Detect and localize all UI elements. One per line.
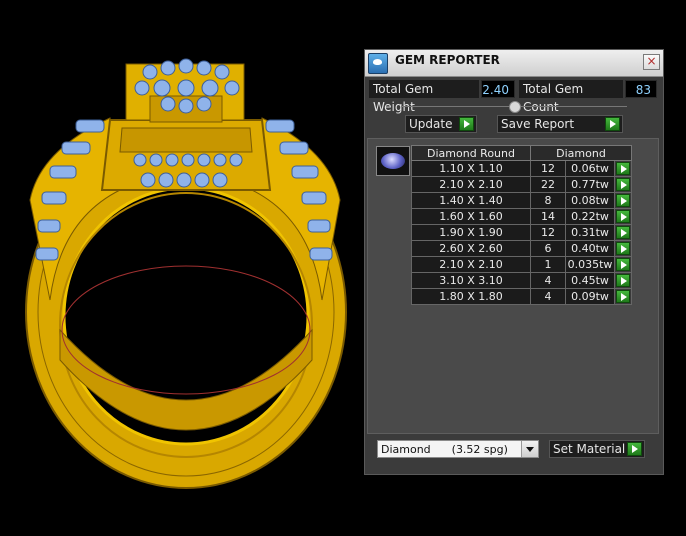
- green-play-arrow-icon: [616, 274, 630, 287]
- green-play-arrow-icon: [616, 242, 630, 255]
- ring-3d-render: [25, 58, 347, 489]
- green-play-arrow-icon: [605, 117, 620, 131]
- green-play-arrow-icon: [627, 442, 642, 456]
- update-button-label: Update: [409, 117, 453, 131]
- row-go-button[interactable]: [614, 160, 632, 177]
- row-go-button[interactable]: [614, 240, 632, 257]
- gem-weight: 0.08tw: [565, 192, 615, 209]
- row-go-button[interactable]: [614, 192, 632, 209]
- set-material-button[interactable]: Set Material: [549, 440, 645, 458]
- gem-table: Diamond Round Diamond 1.10 X 1.10 12 0.0…: [411, 145, 632, 305]
- total-gem-count-value: 83: [625, 80, 657, 98]
- row-go-button[interactable]: [614, 272, 632, 289]
- gem-size: 1.10 X 1.10: [411, 160, 531, 177]
- table-row[interactable]: 1.60 X 1.60 14 0.22tw: [411, 208, 632, 225]
- green-play-arrow-icon: [616, 162, 630, 175]
- gem-count: 12: [530, 224, 566, 241]
- green-play-arrow-icon: [616, 210, 630, 223]
- save-report-button-label: Save Report: [501, 117, 575, 131]
- gem-size: 1.40 X 1.40: [411, 192, 531, 209]
- table-row[interactable]: 1.90 X 1.90 12 0.31tw: [411, 224, 632, 241]
- 3d-viewport[interactable]: [0, 0, 360, 532]
- total-gem-count-label: Total Gem Count: [519, 80, 623, 114]
- gem-count: 14: [530, 208, 566, 225]
- table-row[interactable]: 2.10 X 2.10 1 0.035tw: [411, 256, 632, 273]
- gem-size: 2.10 X 2.10: [411, 256, 531, 273]
- title-bar[interactable]: GEM REPORTER ×: [365, 50, 663, 77]
- gem-weight: 0.31tw: [565, 224, 615, 241]
- gem-count: 4: [530, 288, 566, 305]
- update-button[interactable]: Update: [405, 115, 477, 133]
- gem-count: 6: [530, 240, 566, 257]
- dropdown-arrow-icon[interactable]: [521, 441, 538, 457]
- gem-size: 3.10 X 3.10: [411, 272, 531, 289]
- divider-handle[interactable]: [509, 101, 521, 113]
- table-row[interactable]: 1.80 X 1.80 4 0.09tw: [411, 288, 632, 305]
- gem-size: 1.80 X 1.80: [411, 288, 531, 305]
- table-row[interactable]: 3.10 X 3.10 4 0.45tw: [411, 272, 632, 289]
- gem-weight: 0.06tw: [565, 160, 615, 177]
- green-play-arrow-icon: [616, 290, 630, 303]
- gem-size: 2.60 X 2.60: [411, 240, 531, 257]
- gem-reporter-panel: GEM REPORTER × Total Gem Weight 2.40 Tot…: [364, 49, 664, 475]
- gem-size: 2.10 X 2.10: [411, 176, 531, 193]
- gem-count: 4: [530, 272, 566, 289]
- row-go-button[interactable]: [614, 224, 632, 241]
- total-gem-weight-label: Total Gem Weight: [369, 80, 479, 114]
- window-title: GEM REPORTER: [395, 53, 500, 67]
- column-header-material: Diamond: [530, 145, 632, 161]
- set-material-button-label: Set Material: [553, 442, 626, 456]
- gem-reporter-app-icon: [368, 53, 388, 74]
- row-go-button[interactable]: [614, 176, 632, 193]
- gem-weight: 0.77tw: [565, 176, 615, 193]
- table-row[interactable]: 1.10 X 1.10 12 0.06tw: [411, 160, 632, 177]
- table-row[interactable]: 2.60 X 2.60 6 0.40tw: [411, 240, 632, 257]
- green-play-arrow-icon: [616, 258, 630, 271]
- gem-size: 1.90 X 1.90: [411, 224, 531, 241]
- gem-count: 22: [530, 176, 566, 193]
- row-go-button[interactable]: [614, 256, 632, 273]
- gem-size: 1.60 X 1.60: [411, 208, 531, 225]
- green-play-arrow-icon: [616, 194, 630, 207]
- column-header-shape: Diamond Round: [411, 145, 531, 161]
- gem-count: 8: [530, 192, 566, 209]
- table-row[interactable]: 2.10 X 2.10 22 0.77tw: [411, 176, 632, 193]
- gem-list-area: Diamond Round Diamond 1.10 X 1.10 12 0.0…: [367, 138, 659, 434]
- row-go-button[interactable]: [614, 208, 632, 225]
- green-play-arrow-icon: [616, 226, 630, 239]
- gem-weight: 0.22tw: [565, 208, 615, 225]
- material-select-value: Diamond (3.52 spg): [381, 443, 508, 456]
- gem-weight: 0.09tw: [565, 288, 615, 305]
- table-row[interactable]: 1.40 X 1.40 8 0.08tw: [411, 192, 632, 209]
- gem-count: 12: [530, 160, 566, 177]
- save-report-button[interactable]: Save Report: [497, 115, 623, 133]
- gem-weight: 0.40tw: [565, 240, 615, 257]
- gem-weight: 0.035tw: [565, 256, 615, 273]
- row-go-button[interactable]: [614, 288, 632, 305]
- diamond-gem-icon[interactable]: [376, 146, 410, 176]
- green-play-arrow-icon: [459, 117, 474, 131]
- gem-weight: 0.45tw: [565, 272, 615, 289]
- close-icon[interactable]: ×: [643, 54, 660, 70]
- total-gem-weight-value: 2.40: [481, 80, 515, 98]
- material-select[interactable]: Diamond (3.52 spg): [377, 440, 539, 458]
- green-play-arrow-icon: [616, 178, 630, 191]
- gem-count: 1: [530, 256, 566, 273]
